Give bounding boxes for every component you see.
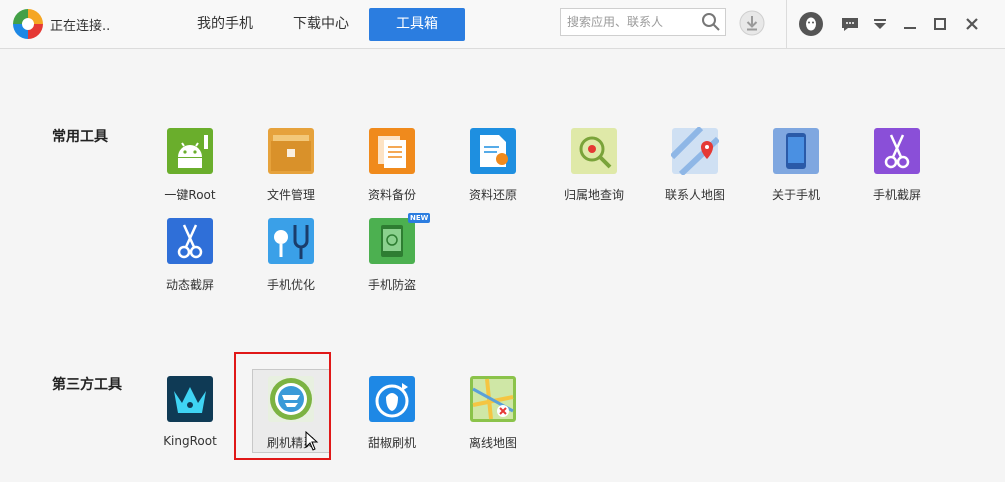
tianjiao-icon [369, 376, 415, 422]
tool-label: 离线地图 [468, 436, 517, 450]
backup-docs-icon [369, 128, 415, 174]
tool-label: 归属地查询 [563, 188, 624, 202]
tool-about-phone[interactable]: 关于手机 [746, 127, 846, 211]
android-root-icon [167, 128, 213, 174]
tool-label: 手机防盗 [367, 278, 416, 292]
tool-data-backup[interactable]: 资料备份 [342, 127, 442, 211]
tool-label: 资料还原 [468, 188, 517, 202]
anti-theft-icon [369, 218, 415, 264]
tab-toolbox[interactable]: 工具箱 [369, 8, 465, 41]
restore-docs-icon [470, 128, 516, 174]
stethoscope-icon [268, 218, 314, 264]
tool-phone-optimize[interactable]: 手机优化 [241, 217, 341, 301]
tool-label: 动态截屏 [165, 278, 214, 292]
tool-label: 文件管理 [266, 188, 315, 202]
download-icon[interactable] [739, 10, 765, 36]
tool-dynamic-screenshot[interactable]: 动态截屏 [140, 217, 240, 301]
tool-anti-theft[interactable]: NEW 手机防盗 [342, 213, 442, 301]
message-icon[interactable] [838, 12, 862, 36]
tool-contact-map[interactable]: 联系人地图 [645, 127, 745, 211]
qq-icon[interactable] [799, 12, 823, 36]
tool-kingroot[interactable]: KingRoot [140, 375, 240, 459]
close-icon[interactable] [960, 12, 984, 36]
contact-map-icon [671, 127, 719, 175]
tool-offline-map[interactable]: 离线地图 [443, 375, 543, 459]
location-search-icon [571, 128, 617, 174]
tool-label: 关于手机 [771, 188, 820, 202]
tab-my-phone[interactable]: 我的手机 [186, 8, 264, 41]
search-box [560, 8, 726, 36]
offline-map-icon [470, 376, 516, 422]
tool-label: 手机截屏 [872, 188, 921, 202]
title-bar: 正在连接.. 我的手机 下载中心 工具箱 [0, 0, 1005, 49]
dynamic-scissors-icon [167, 218, 213, 264]
maximize-icon[interactable] [928, 12, 952, 36]
tool-screenshot[interactable]: 手机截屏 [847, 127, 947, 211]
section-title-common-tools: 常用工具 [52, 129, 108, 145]
tool-label: 资料备份 [367, 188, 416, 202]
new-badge: NEW [408, 213, 431, 223]
scissors-icon [874, 128, 920, 174]
tool-label: 手机优化 [266, 278, 315, 292]
mouse-cursor-icon [305, 431, 319, 451]
app-logo-icon [13, 9, 43, 39]
connection-status: 正在连接.. [50, 19, 111, 34]
tool-file-manager[interactable]: 文件管理 [241, 127, 341, 211]
tool-tianjiao-shuaji[interactable]: 甜椒刷机 [342, 375, 442, 459]
tool-data-restore[interactable]: 资料还原 [443, 127, 543, 211]
tool-one-key-root[interactable]: 一键Root [140, 127, 240, 211]
section-title-third-party-tools: 第三方工具 [52, 377, 122, 393]
search-input[interactable] [561, 9, 703, 35]
minimize-icon[interactable] [898, 12, 922, 36]
phone-info-icon [773, 128, 819, 174]
tool-label: 一键Root [164, 188, 216, 202]
tool-location-lookup[interactable]: 归属地查询 [544, 127, 644, 211]
search-icon[interactable] [701, 12, 721, 32]
folder-icon [268, 128, 314, 174]
tool-label: KingRoot [163, 434, 217, 448]
menu-dropdown-icon[interactable] [868, 12, 892, 36]
tool-label: 甜椒刷机 [367, 436, 416, 450]
tool-label: 联系人地图 [664, 188, 725, 202]
tab-download-center[interactable]: 下载中心 [282, 8, 360, 41]
header-divider [786, 0, 787, 48]
kingroot-icon [167, 376, 213, 422]
